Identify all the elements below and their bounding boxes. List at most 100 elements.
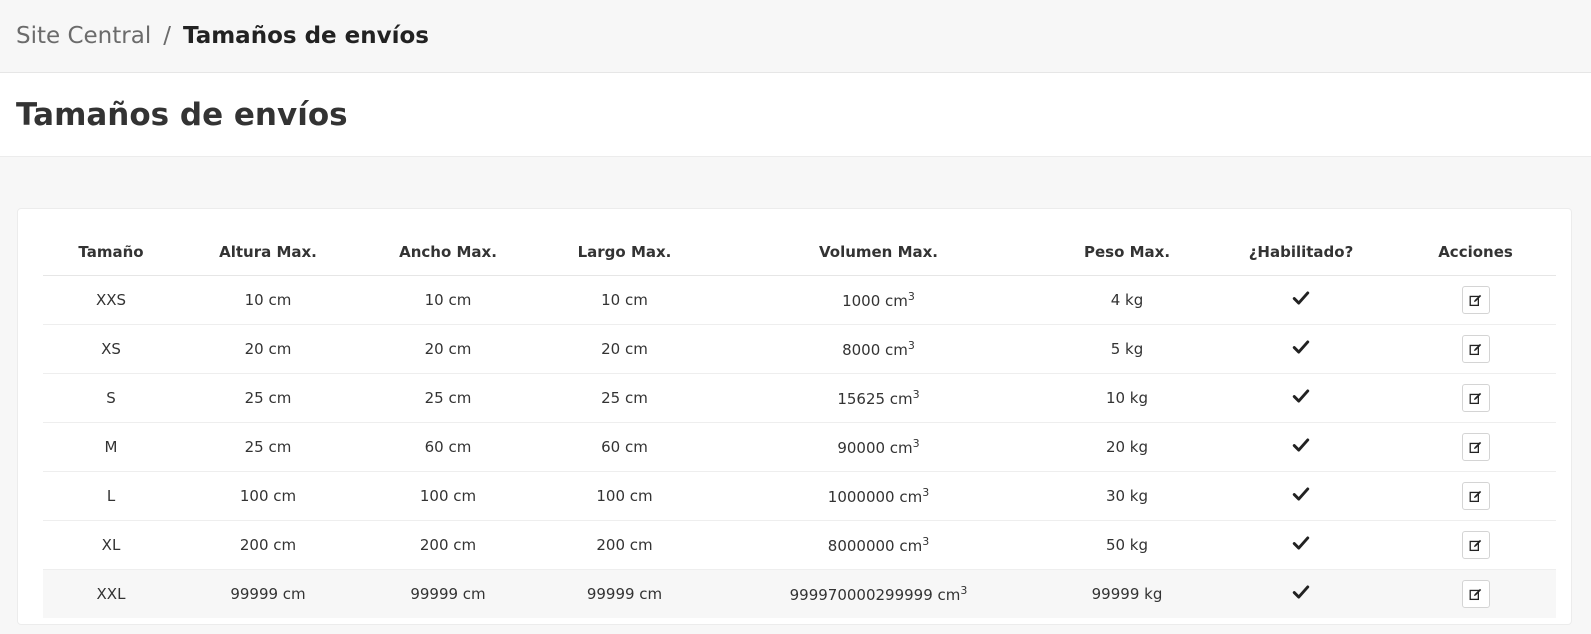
- cell-actions: [1395, 373, 1556, 423]
- cell-volume: 8000000 cm3: [710, 520, 1047, 570]
- volume-value: 1000000 cm: [827, 488, 923, 506]
- edit-button[interactable]: [1461, 482, 1490, 510]
- edit-button[interactable]: [1461, 384, 1490, 412]
- shipping-sizes-card: Tamaño Altura Max. Ancho Max. Largo Max. Vol…: [17, 208, 1572, 625]
- column-header-length: Largo Max.: [539, 229, 710, 276]
- volume-value: 15625 cm: [837, 390, 913, 408]
- cell-width: 60 cm: [357, 422, 539, 472]
- page-title: Tamaños de envíos: [16, 96, 348, 133]
- cell-size: M: [43, 422, 179, 472]
- check-icon: [1292, 338, 1310, 356]
- edit-icon: [1469, 392, 1482, 405]
- edit-icon: [1469, 441, 1482, 454]
- volume-value: 1000 cm: [842, 292, 908, 310]
- volume-exponent: 3: [922, 486, 930, 499]
- breadcrumb-root-link[interactable]: Site Central: [16, 23, 151, 49]
- cell-actions: [1395, 569, 1556, 618]
- cell-enabled: [1207, 471, 1395, 521]
- volume-exponent: 3: [912, 437, 920, 450]
- shipping-sizes-table: Tamaño Altura Max. Ancho Max. Largo Max. Vol…: [43, 229, 1556, 618]
- edit-icon: [1469, 539, 1482, 552]
- cell-enabled: [1207, 569, 1395, 618]
- cell-enabled: [1207, 520, 1395, 570]
- cell-volume: 1000000 cm3: [710, 471, 1047, 521]
- cell-size: XL: [43, 520, 179, 570]
- cell-weight: 50 kg: [1047, 520, 1207, 570]
- check-icon: [1292, 485, 1310, 503]
- page-header: Tamaños de envíos: [0, 73, 1591, 157]
- cell-height: 20 cm: [179, 324, 357, 374]
- cell-width: 100 cm: [357, 471, 539, 521]
- column-header-size: Tamaño: [43, 229, 179, 276]
- column-header-weight: Peso Max.: [1047, 229, 1207, 276]
- edit-button[interactable]: [1461, 433, 1490, 461]
- cell-width: 20 cm: [357, 324, 539, 374]
- cell-width: 99999 cm: [357, 569, 539, 618]
- cell-height: 99999 cm: [179, 569, 357, 618]
- cell-enabled: [1207, 373, 1395, 423]
- cell-actions: [1395, 520, 1556, 570]
- cell-weight: 20 kg: [1047, 422, 1207, 472]
- edit-button[interactable]: [1461, 531, 1490, 559]
- edit-button[interactable]: [1461, 580, 1490, 608]
- cell-height: 200 cm: [179, 520, 357, 570]
- cell-length: 99999 cm: [539, 569, 710, 618]
- check-icon: [1292, 387, 1310, 405]
- edit-icon: [1469, 343, 1482, 356]
- column-header-actions: Acciones: [1395, 229, 1556, 276]
- cell-size: XXL: [43, 569, 179, 618]
- cell-height: 25 cm: [179, 373, 357, 423]
- column-header-height: Altura Max.: [179, 229, 357, 276]
- breadcrumb: Site Central / Tamaños de envíos: [0, 0, 1591, 73]
- table-body: XXS 10 cm 10 cm 10 cm 1000 cm3 4 kg XS 20 cm 20 …: [43, 275, 1556, 618]
- table-row: XL 200 cm 200 cm 200 cm 8000000 cm3 50 kg: [43, 520, 1556, 570]
- breadcrumb-separator: /: [163, 23, 171, 49]
- volume-value: 8000 cm: [842, 341, 908, 359]
- cell-weight: 10 kg: [1047, 373, 1207, 423]
- column-header-enabled: ¿Habilitado?: [1207, 229, 1395, 276]
- edit-button[interactable]: [1461, 286, 1490, 314]
- column-header-volume: Volumen Max.: [710, 229, 1047, 276]
- cell-width: 10 cm: [357, 275, 539, 325]
- cell-weight: 99999 kg: [1047, 569, 1207, 618]
- table-row: M 25 cm 60 cm 60 cm 90000 cm3 20 kg: [43, 422, 1556, 472]
- cell-weight: 4 kg: [1047, 275, 1207, 325]
- edit-icon: [1469, 490, 1482, 503]
- cell-size: XS: [43, 324, 179, 374]
- cell-actions: [1395, 275, 1556, 325]
- cell-actions: [1395, 422, 1556, 472]
- cell-volume: 1000 cm3: [710, 275, 1047, 325]
- volume-value: 8000000 cm: [827, 537, 923, 555]
- cell-width: 200 cm: [357, 520, 539, 570]
- cell-volume: 8000 cm3: [710, 324, 1047, 374]
- cell-length: 25 cm: [539, 373, 710, 423]
- cell-weight: 5 kg: [1047, 324, 1207, 374]
- cell-size: XXS: [43, 275, 179, 325]
- cell-height: 100 cm: [179, 471, 357, 521]
- table-row: S 25 cm 25 cm 25 cm 15625 cm3 10 kg: [43, 373, 1556, 423]
- volume-value: 999970000299999 cm: [789, 586, 961, 604]
- edit-button[interactable]: [1461, 335, 1490, 363]
- edit-icon: [1469, 294, 1482, 307]
- cell-weight: 30 kg: [1047, 471, 1207, 521]
- volume-exponent: 3: [907, 339, 915, 352]
- column-header-width: Ancho Max.: [357, 229, 539, 276]
- cell-width: 25 cm: [357, 373, 539, 423]
- breadcrumb-current: Tamaños de envíos: [182, 23, 429, 49]
- check-icon: [1292, 289, 1310, 307]
- cell-actions: [1395, 324, 1556, 374]
- check-icon: [1292, 534, 1310, 552]
- volume-exponent: 3: [960, 584, 968, 597]
- cell-enabled: [1207, 275, 1395, 325]
- cell-volume: 15625 cm3: [710, 373, 1047, 423]
- volume-exponent: 3: [922, 535, 930, 548]
- cell-height: 25 cm: [179, 422, 357, 472]
- cell-size: S: [43, 373, 179, 423]
- cell-actions: [1395, 471, 1556, 521]
- edit-icon: [1469, 588, 1482, 601]
- cell-size: L: [43, 471, 179, 521]
- volume-exponent: 3: [907, 290, 915, 303]
- cell-length: 60 cm: [539, 422, 710, 472]
- volume-value: 90000 cm: [837, 439, 913, 457]
- cell-length: 20 cm: [539, 324, 710, 374]
